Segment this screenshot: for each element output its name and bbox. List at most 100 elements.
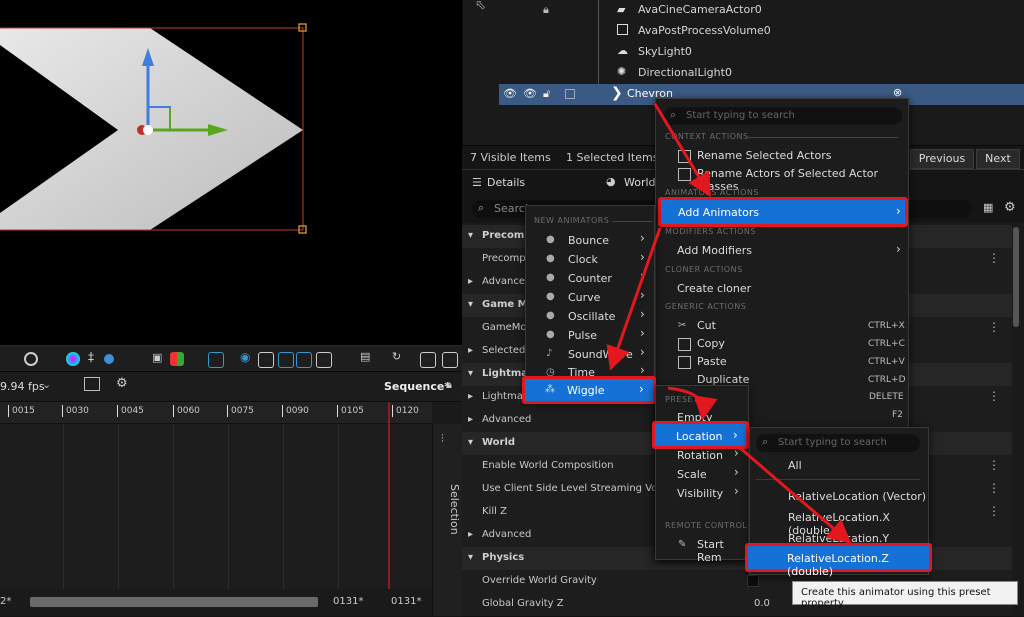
gear-icon[interactable]: ⚙ [116, 376, 128, 391]
next-button[interactable]: Next [976, 149, 1020, 169]
outliner-row[interactable]: 🔒︎ ▰ AvaCineCameraActor0 [463, 0, 1024, 21]
menu-item-scale[interactable]: Scale [677, 468, 707, 481]
rotate-icon[interactable]: ↻ [392, 350, 406, 364]
tick-label: 0045 [117, 405, 144, 417]
location-search-input[interactable]: ⌕ Start typing to search [756, 434, 920, 452]
menu-item-bounce[interactable]: Bounce [568, 234, 609, 247]
menu-item-copy[interactable]: Copy [697, 337, 725, 350]
visibility-eye-icon[interactable]: 👁︎ [523, 87, 537, 100]
layout-icon[interactable] [278, 352, 294, 368]
bounds-icon[interactable] [208, 352, 224, 368]
previous-button[interactable]: Previous [910, 149, 974, 169]
menu-item-relative-location[interactable]: RelativeLocation (Vector) [788, 490, 926, 503]
lock-icon[interactable]: 🔒︎ [446, 378, 452, 392]
camera-icon[interactable] [442, 352, 458, 368]
row-label: Override World Gravity [482, 575, 597, 586]
menu-item-rotation[interactable]: Rotation [677, 449, 723, 462]
timeline-scrollbar[interactable] [30, 597, 318, 607]
range-end[interactable]: 0131* [391, 596, 421, 607]
chevron-right-icon: › [640, 231, 645, 245]
shortcut-label: CTRL+X [868, 321, 905, 331]
tick-label: 0030 [62, 405, 89, 417]
outliner-row[interactable]: AvaPostProcessVolume0 [463, 21, 1024, 42]
chevron-right-icon: › [733, 428, 738, 442]
selection-tab-label[interactable]: Selection [435, 484, 461, 535]
menu-item-pulse[interactable]: Pulse [568, 329, 597, 342]
selection-side-tab[interactable]: ⫶ Selection [432, 424, 462, 616]
fps-selector[interactable]: 9.94 fps [0, 380, 45, 393]
more-icon[interactable]: ⋮ [988, 481, 1000, 495]
menu-item-paste[interactable]: Paste [697, 355, 727, 368]
more-icon[interactable]: ⋮ [988, 251, 1000, 265]
menu-item-cut[interactable]: Cut [697, 319, 716, 332]
menu-item-clock[interactable]: Clock [568, 253, 598, 266]
menu-item-add-modifiers[interactable]: Add Modifiers [677, 244, 752, 257]
settings-icon[interactable]: ⫶ [441, 432, 444, 446]
chevron-right-icon: › [896, 204, 901, 218]
align-icon[interactable] [296, 352, 312, 368]
menu-item-curve[interactable]: Curve [568, 291, 600, 304]
menu-item-soundwave[interactable]: SoundWave [568, 348, 633, 361]
section-header: NEW ANIMATORS [534, 216, 610, 225]
outliner-row[interactable]: ✺ DirectionalLight0 [463, 63, 1024, 84]
shading-icon[interactable] [24, 352, 38, 366]
gear-icon[interactable]: ⚙ [1004, 200, 1016, 215]
outliner-item-label: DirectionalLight0 [638, 66, 732, 79]
tab-world[interactable]: World [624, 176, 656, 189]
table-view-icon[interactable]: ▦ [983, 201, 993, 214]
details-scrollbar[interactable] [1013, 227, 1019, 327]
gravity-value[interactable]: 0.0 [754, 598, 770, 609]
menu-item-relative-location-z[interactable]: RelativeLocation.Z (double) [745, 543, 932, 578]
outliner-row[interactable]: ☁ SkyLight0 [463, 42, 1024, 63]
chevron-down-icon[interactable]: ⌄ [42, 378, 51, 391]
view-mode-icon[interactable]: ▤ [360, 350, 374, 364]
checkbox[interactable] [565, 89, 575, 99]
grid-snap-icon[interactable] [104, 354, 114, 364]
section-header: GENERIC ACTIONS [665, 302, 747, 311]
unlock-icon[interactable]: 🔓︎ [543, 87, 550, 101]
menu-item-all[interactable]: All [788, 459, 802, 472]
eye-icon[interactable]: ◉ [240, 350, 254, 364]
visibility-eye-icon[interactable]: 👁︎ [503, 87, 517, 100]
more-icon[interactable]: ⋮ [988, 389, 1000, 403]
tab-details[interactable]: Details [487, 176, 525, 189]
screenshot-icon[interactable] [420, 352, 436, 368]
track-area[interactable] [0, 402, 432, 589]
gamepad-icon[interactable]: ▣ [152, 351, 166, 365]
menu-item-create-cloner[interactable]: Create cloner [677, 282, 751, 295]
gravity-checkbox[interactable] [747, 575, 759, 587]
row-label: Use Client Side Level Streaming Volume [482, 483, 683, 494]
graph-icon[interactable] [84, 377, 100, 391]
more-icon[interactable]: ⋮ [988, 320, 1000, 334]
row-label: World [482, 437, 516, 448]
menu-item-counter[interactable]: Counter [568, 272, 612, 285]
curve-icon: ● [546, 291, 555, 302]
tooltip-text: Create this animator using this preset p… [801, 587, 991, 609]
menu-item-wiggle[interactable]: ⁂ Wiggle › [522, 376, 656, 404]
menu-item-location[interactable]: Location › [652, 421, 749, 449]
color-picker-icon[interactable] [66, 352, 80, 366]
menu-item-add-animators[interactable]: Add Animators › [658, 197, 908, 227]
distribute-icon[interactable] [316, 352, 332, 368]
range-view-end[interactable]: 0131* [333, 596, 363, 607]
rgb-icon[interactable] [170, 352, 184, 366]
tick-label: 0105 [337, 405, 364, 417]
outliner-item-label: AvaPostProcessVolume0 [638, 24, 771, 37]
level-viewport[interactable] [0, 0, 462, 345]
menu-item-oscillate[interactable]: Oscillate [568, 310, 615, 323]
more-icon[interactable]: ⋮ [988, 458, 1000, 472]
time-ruler[interactable]: 0015 0030 0045 0060 0075 0090 0105 0120 [0, 402, 432, 424]
menu-item-start-remote[interactable]: Start Rem [697, 538, 748, 564]
more-icon[interactable]: ⋮ [988, 504, 1000, 518]
playhead-end-marker[interactable] [388, 402, 390, 589]
focus-icon[interactable] [258, 352, 274, 368]
lock-icon[interactable]: 🔒︎ [543, 3, 549, 17]
tick-label: 0090 [282, 405, 309, 417]
range-start[interactable]: 2* [0, 596, 11, 607]
context-search-input[interactable]: ⌕ Start typing to search [664, 107, 902, 125]
menu-item-rename-selected[interactable]: Rename Selected Actors [697, 149, 831, 162]
selected-count: 1 Selected Items [566, 151, 659, 164]
snap-icon[interactable]: ‡ [88, 350, 102, 364]
postprocess-icon [617, 24, 628, 35]
menu-item-visibility[interactable]: Visibility [677, 487, 723, 500]
